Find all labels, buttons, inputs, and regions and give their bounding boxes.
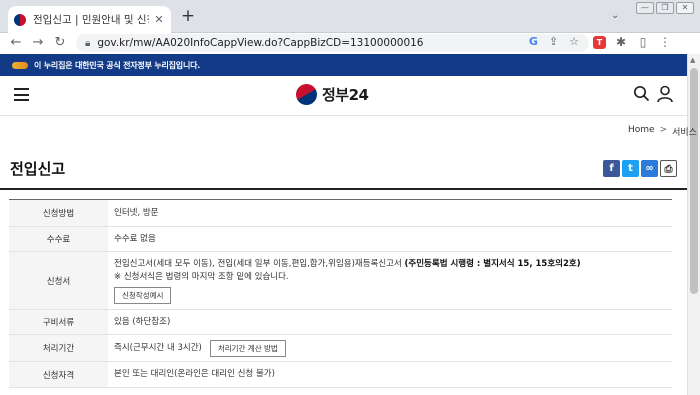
url-text[interactable]: gov.kr/mw/AA020InfoCappView.do?CappBizCD… [97, 37, 423, 49]
form-example-button[interactable]: 신청작성예시 [114, 286, 172, 304]
breadcrumb-home[interactable]: Home [628, 125, 655, 138]
browser-tab[interactable]: 전입신고 | 민원안내 및 신청 | 정 ✕ [8, 6, 171, 33]
google-icon[interactable]: G [529, 35, 538, 48]
scroll-thumb[interactable] [690, 68, 698, 294]
share-icon[interactable]: ⇪ [549, 35, 558, 48]
tab-strip: 전입신고 | 민원안내 및 신청 | 정 ✕ + ⌄ — ❐ ✕ [0, 0, 700, 33]
breadcrumb: Home > 서비스 [628, 125, 697, 138]
forward-icon[interactable]: → [30, 35, 46, 51]
star-icon[interactable]: ☆ [569, 35, 579, 48]
site-logo[interactable]: 정부24 [292, 80, 369, 109]
table-row: 신청서 전입신고서(세대 모두 이동), 전입(세대 일부 이동,편입,합가,위… [9, 252, 672, 310]
address-bar[interactable]: 🔒︎ gov.kr/mw/AA020InfoCappView.do?CappBi… [76, 34, 589, 52]
application-form-text: 전입신고서(세대 모두 이동), 전입(세대 일부 이동,편입,합가,위임용)재… [114, 258, 405, 269]
required-docs-value: 있음 (하단참조) [114, 316, 171, 327]
application-form-value: 전입신고서(세대 모두 이동), 전입(세대 일부 이동,편입,합가,위임용)재… [114, 258, 672, 271]
row-value: 즉시(근무시간 내 3시간) 처리기간 계산 방법 [108, 335, 672, 361]
window-controls: — ❐ ✕ [636, 2, 694, 14]
tab-title: 전입신고 | 민원안내 및 신청 | 정 [33, 14, 149, 26]
new-tab-button[interactable]: + [178, 6, 198, 26]
table-row: 수수료 수수료 없음 [9, 227, 672, 252]
row-value: 있음 (하단참조) [108, 310, 672, 334]
row-value: 전입신고서(세대 모두 이동), 전입(세대 일부 이동,편입,합가,위임용)재… [108, 252, 672, 309]
sidebar-icon[interactable]: ▯ [636, 35, 650, 49]
application-method-value: 인터넷, 방문 [114, 207, 159, 218]
page-title: 전입신고 [10, 160, 66, 178]
menu-icon[interactable]: ⋮ [658, 35, 672, 49]
extension-icon[interactable]: T [593, 35, 606, 49]
info-table: 신청방법 인터넷, 방문 수수료 수수료 없음 신청서 전입신고서(세대 모두 … [9, 199, 672, 388]
browser-toolbar: ← → ↻ 🔒︎ gov.kr/mw/AA020InfoCappView.do?… [0, 33, 700, 53]
tab-search-icon[interactable]: ⌄ [611, 10, 619, 21]
scroll-up-icon[interactable]: ▲ [690, 56, 695, 64]
gov-favicon-icon [14, 13, 26, 26]
taegeuk-logo-icon [292, 80, 321, 109]
breadcrumb-separator: > [659, 125, 668, 135]
user-icon[interactable] [656, 85, 674, 103]
row-label: 신청자격 [9, 362, 108, 387]
row-label: 구비서류 [9, 310, 108, 334]
gov-emblem-icon [12, 61, 28, 69]
lock-icon[interactable]: 🔒︎ [85, 38, 90, 49]
application-form-law: (주민등록법 시행령 : 별지서식 15, 15호의2호) [404, 258, 581, 269]
row-value: 인터넷, 방문 [108, 200, 672, 226]
reload-icon[interactable]: ↻ [52, 35, 68, 51]
scrollbar[interactable]: ▲ [687, 54, 700, 395]
table-row: 신청자격 본인 또는 대리인(온라인은 대리인 신청 불가) [9, 362, 672, 388]
site-header: 정부24 [0, 76, 687, 116]
title-divider [0, 188, 687, 190]
row-label: 신청방법 [9, 200, 108, 226]
breadcrumb-service[interactable]: 서비스 [672, 125, 697, 138]
row-value: 수수료 없음 [108, 227, 672, 251]
search-icon[interactable] [633, 85, 650, 102]
table-row: 처리기간 즉시(근무시간 내 3시간) 처리기간 계산 방법 [9, 335, 672, 362]
tab-close-icon[interactable]: ✕ [153, 13, 165, 26]
eligibility-value: 본인 또는 대리인(온라인은 대리인 신청 불가) [114, 369, 275, 379]
table-row: 신청방법 인터넷, 방문 [9, 200, 672, 227]
puzzle-icon[interactable]: ✱ [614, 35, 628, 49]
processing-time-calc-button[interactable]: 처리기간 계산 방법 [209, 339, 286, 357]
row-label: 신청서 [9, 252, 108, 309]
twitter-icon[interactable]: t [622, 160, 639, 177]
fee-value: 수수료 없음 [114, 233, 156, 244]
hamburger-menu-icon[interactable] [14, 88, 29, 101]
facebook-icon[interactable]: f [603, 160, 620, 177]
row-value: 본인 또는 대리인(온라인은 대리인 신청 불가) [108, 362, 672, 387]
print-icon[interactable]: ⎙ [660, 160, 677, 177]
application-form-note: ※ 신청서식은 법령의 마지막 조항 밑에 있습니다. [114, 271, 289, 282]
brand-name: 정부24 [322, 86, 369, 104]
processing-time-value: 즉시(근무시간 내 3시간) [114, 342, 202, 353]
back-icon[interactable]: ← [8, 35, 24, 51]
minimize-button[interactable]: — [636, 2, 654, 14]
share-buttons: f t ∞ ⎙ [603, 160, 677, 177]
close-window-button[interactable]: ✕ [676, 2, 694, 14]
gov-banner-text: 이 누리집은 대한민국 공식 전자정부 누리집입니다. [34, 60, 201, 70]
gov-banner: 이 누리집은 대한민국 공식 전자정부 누리집입니다. [0, 54, 687, 76]
row-label: 수수료 [9, 227, 108, 251]
restore-button[interactable]: ❐ [656, 2, 674, 14]
table-row: 구비서류 있음 (하단참조) [9, 310, 672, 335]
link-icon[interactable]: ∞ [641, 160, 658, 177]
row-label: 처리기간 [9, 335, 108, 361]
